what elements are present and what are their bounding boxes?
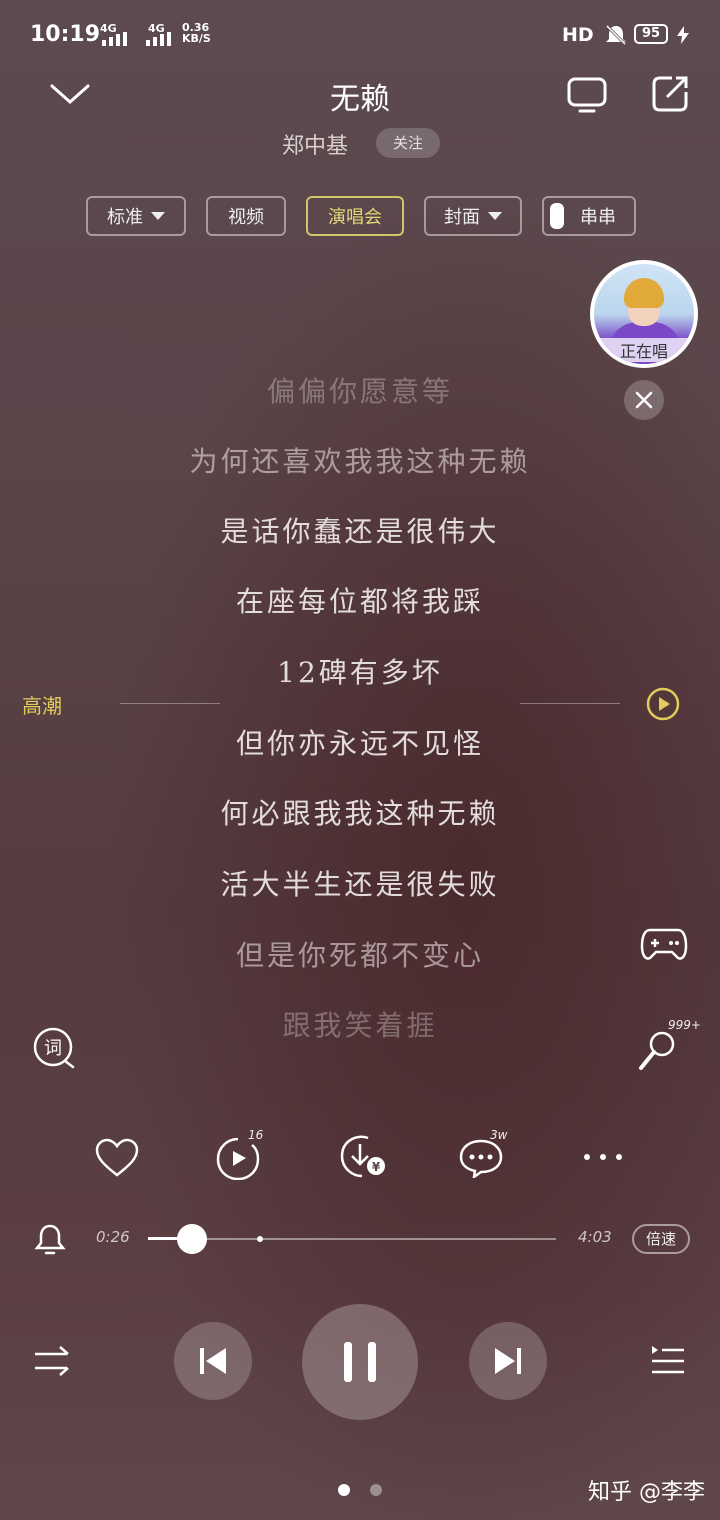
video-count: 16	[248, 1128, 264, 1142]
mute-bell-icon	[605, 24, 627, 46]
previous-button[interactable]	[174, 1322, 252, 1400]
mic-count: 999+	[668, 1018, 701, 1032]
signal-icon-2	[146, 32, 171, 46]
singer-avatar-bubble[interactable]: 正在唱	[590, 260, 698, 368]
video-play-icon[interactable]	[216, 1136, 262, 1180]
climax-label[interactable]: 高潮	[22, 690, 62, 719]
toggle-knob	[550, 203, 564, 229]
shuffle-mode-icon[interactable]	[32, 1344, 72, 1378]
svg-text:¥: ¥	[372, 1160, 381, 1174]
lyric-line: 但是你死都不变心	[235, 939, 484, 972]
total-time: 4:03	[578, 1228, 612, 1246]
page-indicator[interactable]	[370, 1484, 382, 1496]
next-button[interactable]	[469, 1322, 547, 1400]
comment-icon[interactable]	[458, 1138, 504, 1178]
more-icon[interactable]	[580, 1150, 626, 1164]
cover-label: 封面	[444, 207, 480, 228]
video-label: 视频	[228, 207, 264, 228]
tv-cast-icon[interactable]	[566, 76, 608, 114]
progress-track[interactable]	[148, 1238, 556, 1240]
follow-button[interactable]: 关注	[376, 128, 440, 158]
playlist-icon[interactable]	[650, 1344, 686, 1378]
divider	[520, 703, 620, 704]
bell-icon[interactable]	[34, 1222, 66, 1256]
divider	[120, 703, 220, 704]
comment-count: 3w	[490, 1128, 508, 1142]
charging-icon	[677, 26, 689, 44]
artist-name[interactable]: 郑中基	[282, 128, 348, 160]
previous-icon	[200, 1348, 226, 1374]
buffer-marker	[257, 1236, 263, 1242]
caret-down-icon	[488, 212, 502, 220]
battery-indicator: 95	[634, 24, 668, 44]
signal-icon	[102, 32, 127, 46]
lyric-poster-icon[interactable]: 词	[32, 1026, 76, 1070]
game-controller-icon[interactable]	[640, 924, 688, 964]
svg-text:词: 词	[44, 1038, 62, 1059]
video-button[interactable]: 视频	[206, 196, 286, 236]
download-icon[interactable]: ¥	[338, 1134, 388, 1180]
chuanchuan-label: 串串	[580, 207, 616, 228]
next-icon	[495, 1348, 521, 1374]
lyric-line: 跟我笑着捱	[282, 1009, 438, 1042]
lyric-line: 活大半生还是很失败	[220, 868, 500, 901]
progress-thumb[interactable]	[176, 1224, 207, 1254]
quality-label: 标准	[107, 207, 143, 228]
cover-select[interactable]: 封面	[424, 196, 522, 236]
net-speed-unit: KB/S	[182, 32, 211, 45]
net-speed: 0.36 KB/S	[182, 22, 211, 44]
watermark: 知乎 @李李	[588, 1480, 705, 1505]
lyric-line: 在座每位都将我踩	[235, 585, 484, 618]
chuanchuan-toggle[interactable]: 串串	[542, 196, 636, 236]
lyric-line: 偏偏你愿意等	[266, 375, 453, 408]
caret-down-icon	[151, 212, 165, 220]
singer-hair	[624, 278, 664, 308]
page-indicator-active[interactable]	[338, 1484, 350, 1496]
concert-button[interactable]: 演唱会	[306, 196, 404, 236]
hd-indicator: HD	[562, 24, 594, 46]
pause-button[interactable]	[302, 1304, 418, 1420]
lyric-line: 是话你蠢还是很伟大	[220, 515, 500, 548]
share-icon[interactable]	[650, 74, 690, 114]
singer-bubble-label: 正在唱	[594, 338, 694, 362]
playback-speed-button[interactable]: 倍速	[632, 1224, 690, 1254]
play-from-here-icon[interactable]	[645, 686, 681, 722]
heart-icon[interactable]	[94, 1138, 140, 1178]
status-time: 10:19	[30, 22, 101, 47]
microphone-icon[interactable]	[636, 1030, 676, 1072]
lyric-line: 但你亦永远不见怪	[235, 727, 484, 760]
current-time: 0:26	[96, 1228, 130, 1246]
concert-label: 演唱会	[328, 207, 382, 228]
song-title: 无赖	[330, 82, 390, 117]
lyric-line-current: 12碑有多坏	[277, 656, 443, 689]
lyric-line: 为何还喜欢我我这种无赖	[189, 445, 531, 478]
pause-icon	[344, 1342, 376, 1382]
lyric-line: 何必跟我我这种无赖	[220, 797, 500, 830]
quality-select[interactable]: 标准	[86, 196, 186, 236]
